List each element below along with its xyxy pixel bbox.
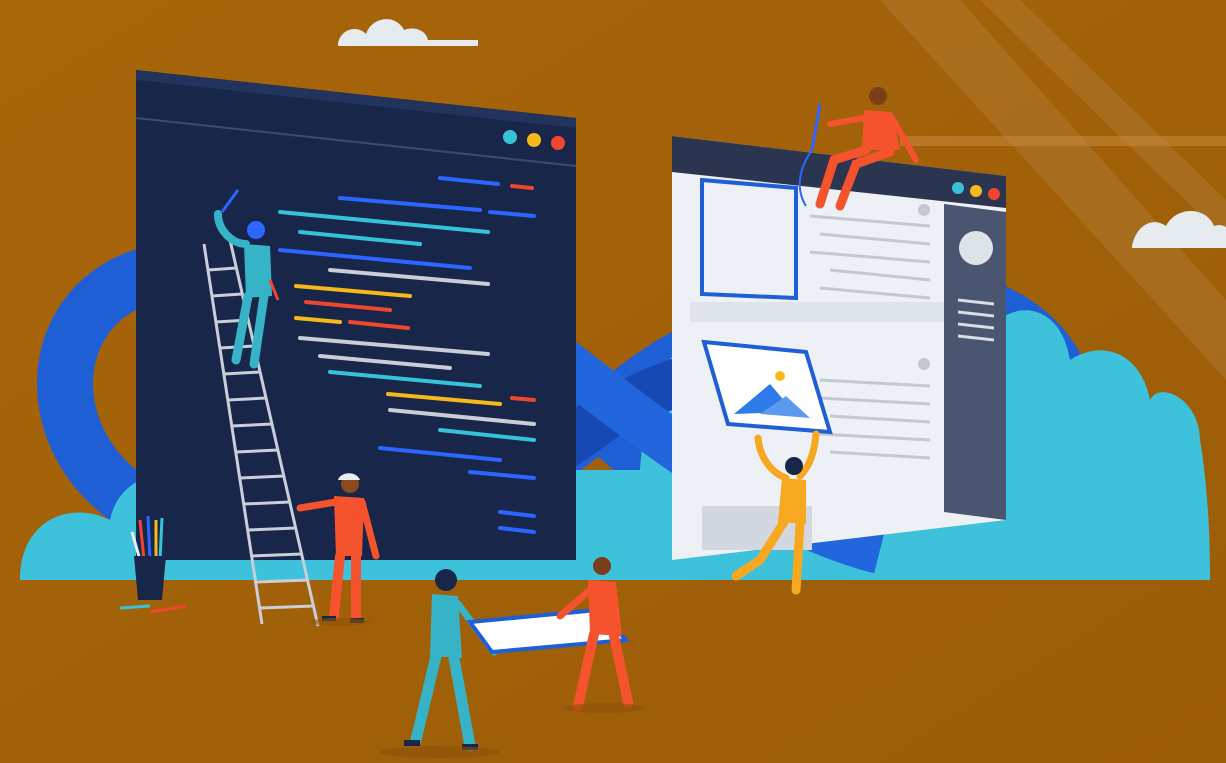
window-dot-yellow <box>970 185 982 197</box>
content-divider <box>690 302 944 322</box>
window-dot-red <box>551 136 565 150</box>
window-dot-cyan <box>503 130 517 144</box>
avatar-placeholder <box>959 231 993 265</box>
window-dot-yellow <box>527 133 541 147</box>
sky-streak <box>900 136 1226 146</box>
window-dot-red <box>988 188 1000 200</box>
illustration-canvas <box>0 0 1226 763</box>
devops-illustration <box>0 0 1226 763</box>
window-dot-cyan <box>952 182 964 194</box>
